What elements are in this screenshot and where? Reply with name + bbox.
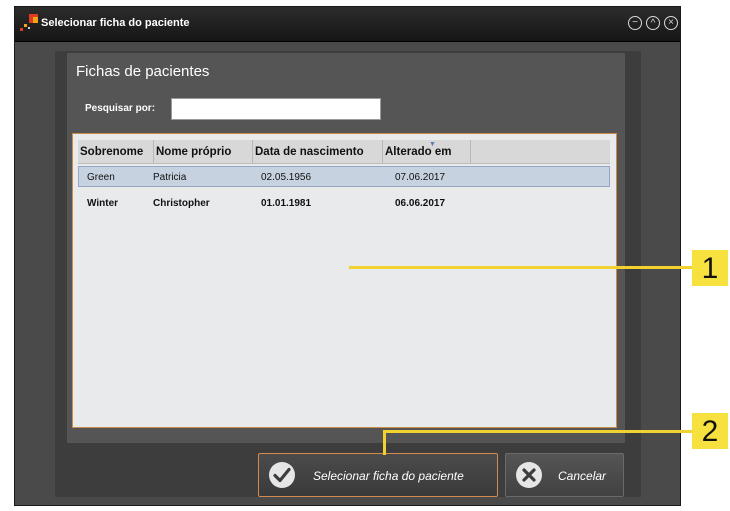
cell-first-name: Patricia [153, 172, 187, 183]
column-header-surname[interactable]: Sobrenome [78, 140, 154, 163]
checkmark-icon [269, 462, 295, 488]
sort-descending-icon: ▼ [429, 141, 436, 148]
search-input[interactable] [171, 98, 381, 120]
callout-line-1 [349, 266, 692, 269]
close-icon[interactable]: × [664, 16, 678, 30]
cancel-button[interactable]: Cancelar [505, 453, 624, 497]
cell-modified: 06.06.2017 [395, 198, 446, 209]
minimize-icon[interactable]: − [628, 16, 642, 30]
callout-label-1: 1 [692, 250, 728, 286]
patient-records-panel: Fichas de pacientes Pesquisar por: Sobre… [67, 53, 625, 443]
app-logo-icon [20, 14, 40, 32]
panel-title: Fichas de pacientes [76, 63, 210, 80]
cell-birth-date: 02.05.1956 [261, 172, 312, 183]
callout-line-2 [383, 430, 692, 433]
column-header-first-name[interactable]: Nome próprio [154, 140, 253, 163]
cell-surname: Winter [87, 198, 119, 209]
column-header-modified[interactable]: Alterado em [383, 140, 471, 163]
cell-first-name: Christopher [153, 198, 210, 209]
callout-leader-2 [383, 430, 386, 455]
cell-surname: Green [87, 172, 115, 183]
column-header-birth-date[interactable]: Data de nascimento [253, 140, 383, 163]
select-record-button[interactable]: Selecionar ficha do paciente [258, 453, 498, 497]
cancel-x-icon [516, 462, 542, 488]
cell-modified: 07.06.2017 [395, 172, 446, 183]
select-record-label: Selecionar ficha do paciente [313, 469, 464, 483]
table-header: Sobrenome Nome próprio Data de nasciment… [78, 140, 610, 164]
maximize-icon[interactable]: ^ [646, 16, 660, 30]
cancel-label: Cancelar [558, 469, 607, 483]
table-row[interactable]: Green Patricia 02.05.1956 07.06.2017 [78, 166, 610, 187]
cell-birth-date: 01.01.1981 [261, 198, 312, 209]
title-bar[interactable]: Selecionar ficha do paciente − ^ × [15, 7, 680, 42]
search-label: Pesquisar por: [85, 103, 156, 114]
callout-label-2: 2 [692, 413, 728, 449]
window-title: Selecionar ficha do paciente [41, 17, 190, 29]
table-row[interactable]: Winter Christopher 01.01.1981 06.06.2017 [78, 193, 610, 214]
patient-table: Sobrenome Nome próprio Data de nasciment… [72, 133, 617, 428]
